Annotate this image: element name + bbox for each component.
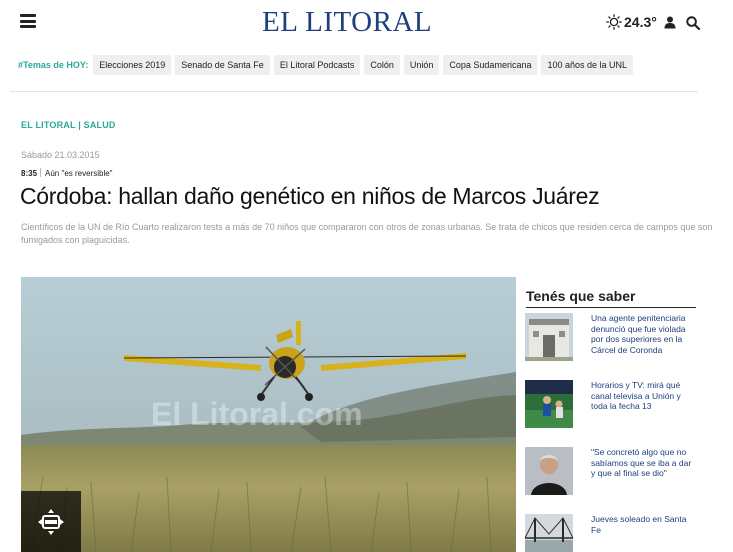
user-icon[interactable] [664, 16, 676, 29]
article-kicker: Aún "es reversible" [45, 169, 113, 178]
sidebar-thumbnail [525, 514, 573, 552]
sidebar-item-title[interactable]: Una agente penitenciaria denunció que fu… [591, 313, 697, 366]
search-icon[interactable] [686, 16, 700, 30]
article-photo[interactable]: El Litoral.com [21, 277, 516, 552]
sidebar-item-title[interactable]: Jueves soleado en Santa Fe [591, 514, 697, 552]
weather-widget[interactable]: 24.3° [606, 14, 657, 30]
topic-chip[interactable]: El Litoral Podcasts [273, 55, 361, 75]
sidebar-item[interactable]: Jueves soleado en Santa Fe [525, 514, 697, 552]
article-date: Sábado 21.03.2015 [21, 150, 100, 160]
section-tag[interactable]: EL LITORAL | SALUD [21, 120, 116, 130]
topics-bar: #Temas de HOY: Elecciones 2019 Senado de… [18, 54, 637, 76]
topic-chip[interactable]: 100 años de la UNL [541, 55, 634, 75]
header-divider [10, 91, 698, 92]
hamburger-menu-icon[interactable] [20, 14, 36, 28]
topic-chip[interactable]: Copa Sudamericana [443, 55, 538, 75]
site-header: EL LITORAL 24.3° [0, 0, 733, 48]
sidebar-item-title[interactable]: Horarios y TV: mirá qué canal televisa a… [591, 380, 697, 433]
photo-watermark: El Litoral.com [151, 396, 363, 432]
sidebar-item-title[interactable]: "Se concretó algo que no sabíamos que se… [591, 447, 697, 500]
article-summary: Científicos de la UN de Río Cuarto reali… [21, 222, 713, 245]
separator [40, 168, 42, 177]
time-kicker: 8:35 Aún "es reversible" [21, 168, 113, 178]
topics-label: #Temas de HOY: [18, 60, 89, 70]
sidebar-title: Tenés que saber [526, 288, 636, 304]
sun-icon [606, 14, 622, 30]
sidebar-thumbnail [525, 447, 573, 500]
article-headline: Córdoba: hallan daño genético en niños d… [20, 183, 600, 209]
sidebar-rule [526, 307, 696, 308]
sidebar-item[interactable]: Horarios y TV: mirá qué canal televisa a… [525, 380, 697, 433]
temperature: 24.3° [624, 14, 657, 30]
article-time: 8:35 [21, 169, 38, 178]
sidebar-item[interactable]: Una agente penitenciaria denunció que fu… [525, 313, 697, 366]
topic-chip[interactable]: Unión [403, 55, 440, 75]
topic-chip[interactable]: Elecciones 2019 [93, 55, 172, 75]
sidebar-item[interactable]: "Se concretó algo que no sabíamos que se… [525, 447, 697, 500]
expand-gallery-icon [38, 508, 64, 535]
site-logo[interactable]: EL LITORAL [262, 6, 432, 39]
sidebar-thumbnail [525, 380, 573, 433]
expand-gallery-button[interactable] [21, 491, 81, 552]
topic-chip[interactable]: Senado de Santa Fe [175, 55, 270, 75]
sidebar-thumbnail [525, 313, 573, 366]
topic-chip[interactable]: Colón [364, 55, 400, 75]
